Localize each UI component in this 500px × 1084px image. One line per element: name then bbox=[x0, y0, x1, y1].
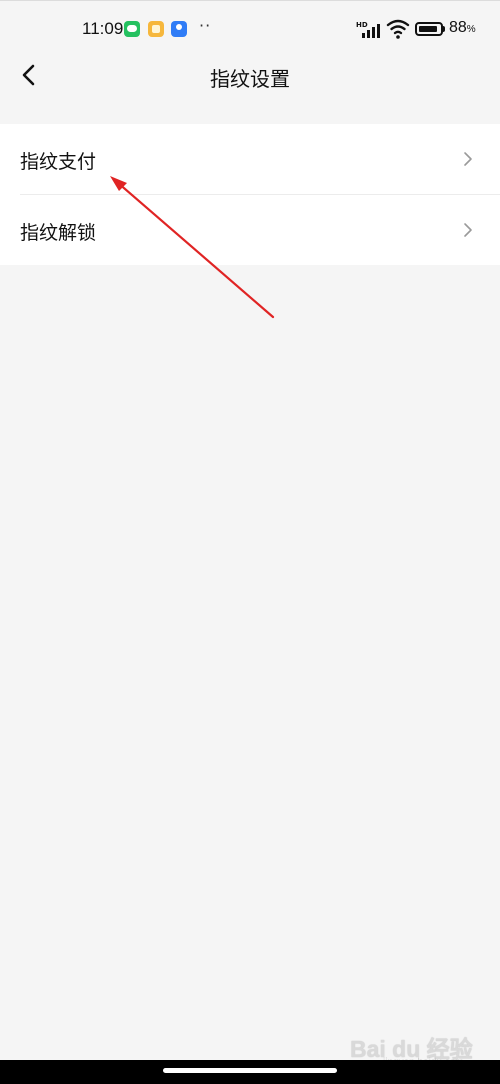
battery-icon bbox=[415, 22, 443, 36]
gesture-navigation-bar bbox=[0, 1060, 500, 1084]
settings-list: 指纹支付 指纹解锁 bbox=[0, 124, 500, 265]
wechat-icon bbox=[124, 21, 140, 37]
notes-icon bbox=[148, 21, 164, 37]
more-notifications-dots: ·· bbox=[199, 16, 212, 35]
screen: 11:09 ·· HD 88% 指纹设置 指纹支付 指纹解锁 Bai du 经验 bbox=[0, 0, 500, 1084]
blue-app-icon bbox=[171, 21, 187, 37]
battery-level bbox=[419, 26, 437, 32]
status-bar: 11:09 ·· HD 88% bbox=[0, 0, 500, 52]
setting-label: 指纹支付 bbox=[20, 151, 97, 173]
battery-number: 88 bbox=[449, 19, 467, 36]
battery-percentage: 88% bbox=[449, 19, 476, 37]
battery-cap bbox=[443, 26, 445, 32]
status-time: 11:09 bbox=[82, 19, 124, 38]
setting-label: 指纹解锁 bbox=[20, 222, 97, 244]
page-header: 指纹设置 bbox=[0, 52, 500, 98]
wifi-icon bbox=[386, 18, 410, 40]
home-indicator[interactable] bbox=[163, 1068, 337, 1073]
setting-fingerprint-payment[interactable]: 指纹支付 bbox=[0, 124, 500, 194]
battery-unit: % bbox=[466, 24, 476, 35]
page-title: 指纹设置 bbox=[210, 67, 290, 91]
setting-fingerprint-unlock[interactable]: 指纹解锁 bbox=[0, 195, 500, 265]
chevron-right-icon bbox=[464, 223, 472, 237]
chevron-right-icon bbox=[464, 152, 472, 166]
signal-icon bbox=[362, 22, 382, 38]
